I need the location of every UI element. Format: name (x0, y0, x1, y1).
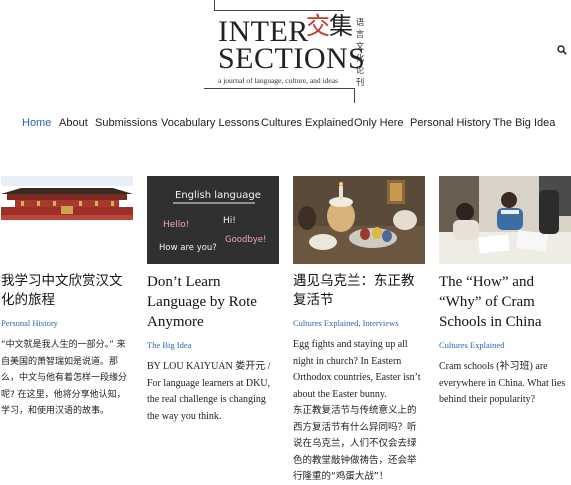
chalk-heading: English language (175, 190, 261, 201)
logo-rule (214, 10, 344, 11)
logo-rule (214, 0, 215, 10)
search-icon[interactable] (557, 45, 567, 55)
nav-home[interactable]: Home (22, 117, 51, 129)
article-category[interactable]: Cultures Explained (439, 339, 571, 351)
nav-only-here[interactable]: Only Here (354, 117, 404, 129)
article-excerpt: “中文就是我人生的一部分。” 来自美国的萧智瑞如是说道。那么，中文与他有着怎样一… (1, 340, 128, 416)
site-logo[interactable]: INTER SECTIONS 交集 a journal of language,… (204, 0, 366, 103)
logo-chinese: 交集 (306, 12, 353, 40)
nav-submissions[interactable]: Submissions (95, 117, 157, 129)
chalk-how-are-you: How are you? (159, 243, 217, 253)
article-card: The “How” and “Why” of Cram Schools in C… (439, 176, 571, 409)
logo-chinese-black: 集 (329, 12, 353, 40)
article-image-cram-school[interactable] (439, 176, 571, 264)
nav-vocabulary-lessons[interactable]: Vocabulary Lessons (161, 117, 259, 129)
chalk-goodbye: Goodbye! (225, 235, 266, 245)
article-title[interactable]: 遇见乌克兰：东正教复活节 (293, 272, 425, 310)
article-title[interactable]: 我学习中文欣赏汉文化的旅程 (1, 272, 133, 310)
article-excerpt: Cram schools (补习班) are everywhere in Chi… (439, 361, 566, 405)
nav-cultures-explained[interactable]: Cultures Explained (261, 117, 353, 129)
chalk-hello: Hello! (163, 220, 189, 230)
logo-chinese-red: 交 (306, 12, 330, 40)
nav-the-big-idea[interactable]: The Big Idea (493, 117, 555, 129)
logo-vertical-text: 语言文化论刊 (355, 18, 365, 88)
article-image-tiananmen[interactable] (1, 176, 133, 264)
article-excerpt-en: Egg fights and staying up all night in c… (293, 339, 421, 400)
article-category[interactable]: Cultures Explained, Interviews (293, 317, 425, 329)
logo-word-sections: SECTIONS (218, 42, 366, 75)
logo-rule (204, 88, 355, 89)
logo-rule (354, 88, 355, 103)
article-title[interactable]: Don’t Learn Language by Rote Anymore (147, 272, 279, 332)
article-category[interactable]: Personal History (1, 317, 133, 329)
article-excerpt-cn: 东正教复活节与传统意义上的西方复活节有什么异同吗？听说在乌克兰，人们不仅会去绿色… (293, 405, 417, 482)
main-navigation: Home About Submissions Vocabulary Lesson… (0, 117, 571, 133)
article-excerpt: BY LOU KAIYUAN 娄开元 / For language learne… (147, 361, 271, 422)
nav-about[interactable]: About (59, 117, 88, 129)
nav-personal-history[interactable]: Personal History (410, 117, 491, 129)
article-image-easter[interactable] (293, 176, 425, 264)
logo-subtitle: a journal of language, culture, and idea… (218, 76, 338, 85)
article-title[interactable]: The “How” and “Why” of Cram Schools in C… (439, 272, 571, 332)
article-card: 我学习中文欣赏汉文化的旅程 Personal History “中文就是我人生的… (1, 176, 133, 420)
article-image-chalkboard[interactable]: English language Hello! Hi! How are you?… (147, 176, 279, 264)
chalk-hi: Hi! (223, 216, 236, 226)
article-card: English language Hello! Hi! How are you?… (147, 176, 279, 425)
article-category[interactable]: The Big Idea (147, 339, 279, 351)
article-card: 遇见乌克兰：东正教复活节 Cultures Explained, Intervi… (293, 176, 425, 485)
